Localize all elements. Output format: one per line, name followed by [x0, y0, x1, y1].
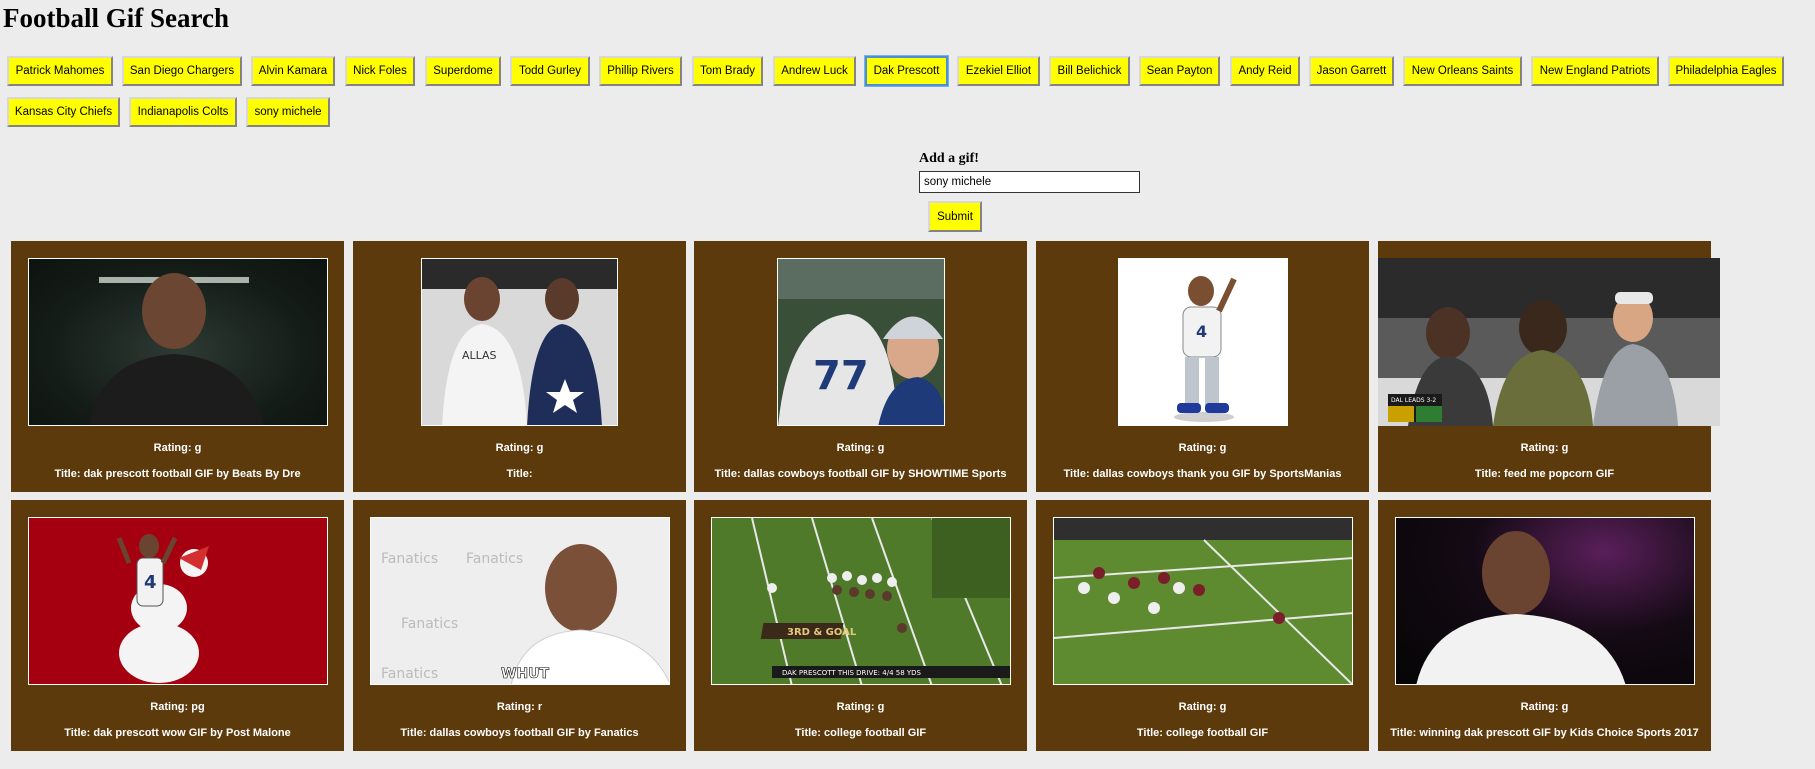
gif-rating: Rating: g: [1178, 442, 1227, 454]
stadium-fans-graphic: DAL LEADS 3-2: [1378, 258, 1720, 426]
topic-button-ezekiel-elliot[interactable]: Ezekiel Elliot: [957, 56, 1040, 86]
gif-image[interactable]: 4: [28, 517, 328, 685]
gif-title: Title: winning dak prescott GIF by Kids …: [1390, 727, 1699, 739]
jersey-number: 4: [144, 572, 157, 593]
gif-title: Title: feed me popcorn GIF: [1474, 468, 1615, 480]
gif-title: Title: dak prescott wow GIF by Post Malo…: [64, 727, 291, 739]
topic-button-tom-brady[interactable]: Tom Brady: [692, 56, 763, 86]
gif-card: 77 Rating: g Title: dallas cowboys footb…: [694, 241, 1027, 492]
topic-button-kansas-city-chiefs[interactable]: Kansas City Chiefs: [7, 97, 120, 127]
gif-rating: Rating: g: [836, 442, 885, 454]
gif-rating: Rating: g: [153, 442, 202, 454]
gif-title: Title: dallas cowboys football GIF by Fa…: [400, 727, 639, 739]
gif-title: Title: college football GIF: [794, 727, 927, 739]
gif-image[interactable]: 77: [777, 258, 945, 426]
topic-button-san-diego-chargers[interactable]: San Diego Chargers: [122, 56, 242, 86]
gif-image[interactable]: ALLAS: [421, 258, 618, 426]
gif-rating: Rating: g: [836, 701, 885, 713]
gif-title: Title: dallas cowboys thank you GIF by S…: [1063, 468, 1342, 480]
gif-image[interactable]: 3RD & GOAL DAK PRESCOTT THIS DRIVE: 4/4 …: [711, 517, 1011, 685]
two-players-graphic: ALLAS: [422, 259, 617, 425]
gif-title: Title: college football GIF: [1136, 727, 1269, 739]
gif-rating: Rating: g: [1178, 701, 1227, 713]
gif-card: Rating: g Title: winning dak prescott GI…: [1378, 500, 1711, 751]
topic-button-todd-gurley[interactable]: Todd Gurley: [510, 56, 590, 86]
gif-card: 4 Rating: g Title: dallas cowboys thank …: [1036, 241, 1369, 492]
cartoon-snowman-graphic: 4: [116, 534, 209, 683]
topic-button-indianapolis-colts[interactable]: Indianapolis Colts: [129, 97, 237, 127]
gif-title: Title: dallas cowboys football GIF by SH…: [714, 468, 1007, 480]
topic-button-sean-payton[interactable]: Sean Payton: [1139, 56, 1220, 86]
gif-rating: Rating: pg: [150, 701, 205, 713]
jersey-text: ALLAS: [462, 349, 497, 362]
gif-image[interactable]: Fanatics Fanatics Fanatics Fanatics WHUT: [370, 517, 670, 685]
gif-rating: Rating: g: [495, 442, 544, 454]
gif-rating: Rating: g: [1520, 701, 1569, 713]
dark-room-portrait-graphic: [89, 273, 264, 425]
cowboys-players-graphic: 77: [778, 259, 944, 425]
scoreboard-text: DAL LEADS 3-2: [1391, 397, 1436, 404]
topic-button-nick-foles[interactable]: Nick Foles: [345, 56, 415, 86]
caption-text: WHUT: [501, 666, 550, 682]
gif-card: Rating: g Title: dak prescott football G…: [11, 241, 344, 492]
backdrop-text: Fanatics: [466, 551, 523, 567]
gif-card: 4 Rating: pg Title: dak prescott wow GIF…: [11, 500, 344, 751]
backdrop-text: Fanatics: [401, 616, 458, 632]
topic-button-new-england-patriots[interactable]: New England Patriots: [1531, 56, 1659, 86]
gif-image[interactable]: [1053, 517, 1353, 685]
gif-image[interactable]: DAL LEADS 3-2: [1378, 258, 1720, 426]
dark-stage-portrait-graphic: [1416, 531, 1626, 684]
gif-card: 3RD & GOAL DAK PRESCOTT THIS DRIVE: 4/4 …: [694, 500, 1027, 751]
field-text: 3RD & GOAL: [787, 627, 857, 638]
gif-image[interactable]: [28, 258, 328, 426]
gif-card: ALLAS Rating: g Title:: [353, 241, 686, 492]
topic-button-superdome[interactable]: Superdome: [425, 56, 501, 86]
topic-button-bill-belichick[interactable]: Bill Belichick: [1049, 56, 1130, 86]
gif-title: Title: dak prescott football GIF by Beat…: [54, 468, 301, 480]
gif-card: DAL LEADS 3-2 Rating: g Title: feed me p…: [1378, 241, 1720, 492]
gif-card: Rating: g Title: college football GIF: [1036, 500, 1369, 751]
topic-button-dak-prescott[interactable]: Dak Prescott: [864, 55, 949, 87]
gif-image[interactable]: 4: [1118, 258, 1288, 426]
jersey-number: 4: [1196, 322, 1207, 341]
gif-rating: Rating: r: [496, 701, 543, 713]
gif-image[interactable]: [1395, 517, 1695, 685]
scorebug-text: DAK PRESCOTT THIS DRIVE: 4/4 58 YDS: [782, 669, 922, 677]
press-backdrop-graphic: Fanatics Fanatics Fanatics Fanatics WHUT: [381, 544, 669, 684]
cartoon-player-graphic: 4: [1174, 276, 1237, 422]
gif-rating: Rating: g: [1520, 442, 1569, 454]
topic-button-jason-garrett[interactable]: Jason Garrett: [1309, 56, 1394, 86]
topic-button-andrew-luck[interactable]: Andrew Luck: [773, 56, 856, 86]
football-field-graphic: [1054, 518, 1352, 684]
jersey-number: 77: [813, 353, 869, 399]
gif-card: Fanatics Fanatics Fanatics Fanatics WHUT…: [353, 500, 686, 751]
backdrop-text: Fanatics: [381, 666, 438, 682]
topic-button-alvin-kamara[interactable]: Alvin Kamara: [251, 56, 335, 86]
topic-button-phillip-rivers[interactable]: Phillip Rivers: [599, 56, 682, 86]
add-gif-label: Add a gif!: [919, 151, 979, 166]
topic-button-new-orleans-saints[interactable]: New Orleans Saints: [1403, 56, 1522, 86]
submit-button[interactable]: Submit: [928, 201, 982, 232]
topic-button-andy-reid[interactable]: Andy Reid: [1230, 56, 1300, 86]
backdrop-text: Fanatics: [381, 551, 438, 567]
topic-button-philadelphia-eagles[interactable]: Philadelphia Eagles: [1668, 56, 1784, 86]
add-gif-input[interactable]: [919, 171, 1140, 193]
topic-button-sony-michele[interactable]: sony michele: [246, 97, 330, 127]
gif-title: Title:: [506, 468, 533, 480]
page-title: Football Gif Search: [3, 3, 229, 33]
football-field-graphic: 3RD & GOAL DAK PRESCOTT THIS DRIVE: 4/4 …: [751, 518, 1010, 684]
topic-button-patrick-mahomes[interactable]: Patrick Mahomes: [7, 56, 113, 86]
